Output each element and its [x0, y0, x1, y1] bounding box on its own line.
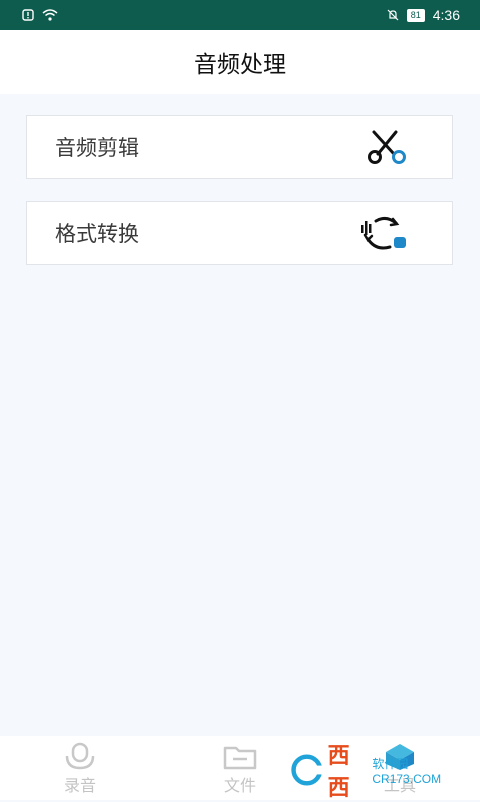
page-title: 音频处理 [194, 52, 286, 78]
tab-record[interactable]: 录音 [0, 736, 160, 800]
watermark-logo-icon [291, 754, 324, 786]
convert-icon [361, 216, 406, 250]
clock: 4:36 [432, 7, 460, 23]
watermark: 西西 软件园 CR173.COM [290, 743, 468, 800]
wifi-icon [42, 9, 58, 21]
mute-bell-icon [387, 9, 399, 21]
alert-icon [22, 9, 34, 21]
folder-icon [223, 746, 257, 770]
watermark-sub-text: 软件园 CR173.COM [372, 756, 442, 786]
scissors-icon [368, 130, 406, 164]
battery-indicator: 81 [406, 8, 425, 22]
watermark-main-text: 西西 [327, 743, 351, 800]
status-right: 81 4:36 [387, 7, 460, 23]
status-bar: 81 4:36 [0, 0, 480, 30]
app-header: 音频处理 [0, 30, 480, 94]
audio-edit-label: 音频剪辑 [55, 136, 139, 160]
format-convert-label: 格式转换 [55, 222, 139, 246]
audio-edit-item[interactable]: 音频剪辑 [26, 115, 453, 179]
tab-files-label: 文件 [223, 776, 256, 795]
tab-record-label: 录音 [63, 776, 96, 795]
microphone-icon [65, 742, 95, 770]
status-left [22, 9, 58, 21]
format-convert-item[interactable]: 格式转换 [26, 201, 453, 265]
